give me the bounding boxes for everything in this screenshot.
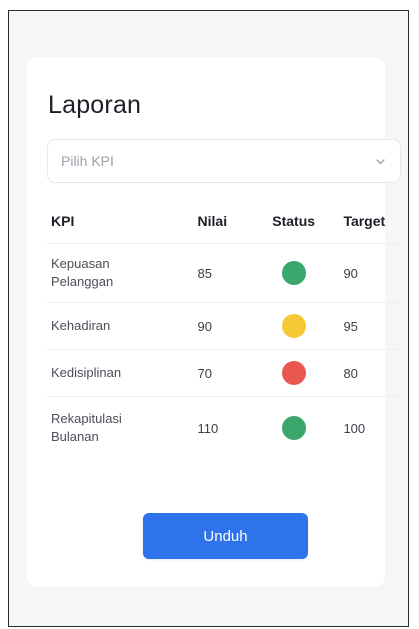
- cell-nilai: 110: [197, 420, 219, 436]
- cell-target: 80: [343, 349, 401, 397]
- kpi-label: Rekapitulasi Bulanan: [51, 411, 122, 444]
- cell-kpi: Rekapitulasi Bulanan: [47, 397, 198, 460]
- cell-kpi: Kedisiplinan: [47, 349, 198, 397]
- kpi-label: Kehadiran: [51, 318, 111, 333]
- chevron-down-icon: [376, 159, 385, 165]
- header-status: Status: [272, 199, 344, 244]
- kpi-select-placeholder: Pilih KPI: [61, 153, 114, 169]
- status-dot: [282, 416, 307, 440]
- cell-nilai: 70: [197, 349, 273, 397]
- header-nilai: Nilai: [197, 199, 273, 244]
- page-title: Laporan: [48, 91, 142, 119]
- cell-kpi: Kepuasan Pelanggan: [47, 243, 198, 303]
- status-dot: [282, 314, 307, 338]
- table-header-row: KPI Nilai Status Target: [47, 199, 401, 244]
- cell-status: [272, 243, 344, 303]
- cell-status: [272, 349, 344, 397]
- table-row: Kepuasan Pelanggan 85 90: [47, 243, 401, 303]
- cell-target: 95: [343, 302, 401, 350]
- kpi-table: KPI Nilai Status Target Kepuasan Pelangg…: [47, 199, 401, 459]
- table-row: Kehadiran 90 95: [47, 302, 401, 350]
- cell-status: [272, 397, 343, 460]
- app-frame: Laporan Pilih KPI KPI Nilai Status Targe…: [8, 10, 409, 627]
- table-row: Rekapitulasi Bulanan 110 100: [47, 397, 401, 460]
- cell-kpi: Kehadiran: [47, 302, 198, 350]
- status-dot: [282, 261, 307, 285]
- cell-status: [272, 302, 344, 350]
- header-target: Target: [343, 199, 401, 244]
- header-kpi: KPI: [47, 199, 198, 244]
- status-dot: [282, 361, 307, 385]
- cell-target: 100: [343, 420, 366, 436]
- report-card: Laporan Pilih KPI KPI Nilai Status Targe…: [27, 57, 401, 587]
- download-button[interactable]: Unduh: [143, 513, 308, 559]
- kpi-label: Kepuasan Pelanggan: [51, 256, 114, 289]
- cell-nilai: 90: [197, 302, 273, 350]
- kpi-label: Kedisiplinan: [51, 365, 122, 380]
- kpi-select[interactable]: Pilih KPI: [47, 139, 401, 183]
- cell-target: 90: [343, 243, 401, 303]
- cell-nilai: 85: [197, 243, 273, 303]
- table-row: Kedisiplinan 70 80: [47, 349, 401, 397]
